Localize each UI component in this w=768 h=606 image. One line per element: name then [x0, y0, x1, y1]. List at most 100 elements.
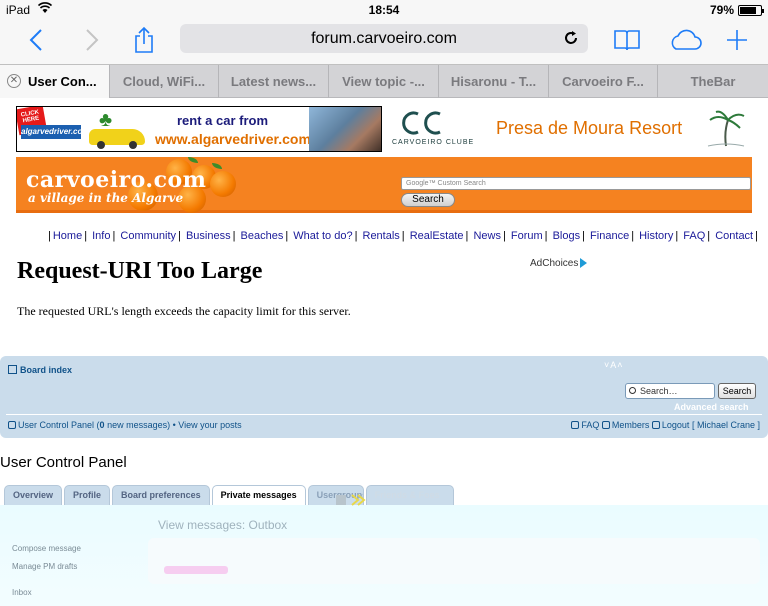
ucp-icon [8, 421, 16, 429]
ucp-tabs: Overview Profile Board preferences Priva… [4, 485, 456, 505]
bookmarks-icon[interactable] [612, 24, 642, 56]
members-link[interactable]: Members [612, 420, 650, 430]
nav-forum[interactable]: Forum [511, 230, 543, 242]
tab-view-topic[interactable]: View topic -... [329, 65, 439, 98]
tab-friends-foes[interactable]: Friends & Foes [365, 485, 454, 505]
adchoices-icon [580, 258, 588, 269]
header-divider [6, 414, 762, 415]
ad-brand: algarvedriver.com [21, 125, 89, 139]
ucp-panel: View messages: Outbox Compose message Ma… [0, 494, 768, 606]
section-title: View messages: Outbox [158, 518, 288, 532]
nav-faq[interactable]: FAQ [683, 230, 705, 242]
nav-contact[interactable]: Contact [715, 230, 753, 242]
tab-bar: ✕ User Con... Cloud, WiFi... Latest news… [0, 64, 768, 98]
username-link[interactable]: Michael Crane [697, 420, 755, 430]
ucp-links: User Control Panel (0 new messages) • Vi… [8, 420, 242, 430]
nav-business[interactable]: Business [186, 230, 231, 242]
tab-profile[interactable]: Profile [64, 485, 111, 505]
google-search-button[interactable]: Search [401, 193, 455, 207]
tab-label: View topic -... [342, 74, 425, 89]
tab-cloud-wifi[interactable]: Cloud, WiFi... [110, 65, 219, 98]
font-size-toggle[interactable]: ˅A˄ [604, 360, 624, 370]
tab-user-control-panel[interactable]: ✕ User Con... [0, 65, 110, 98]
leaf-graphic [212, 163, 222, 169]
forum-header: Board index ˅A˄ Search… Search Advanced … [0, 356, 768, 438]
adchoices-link[interactable]: AdChoices [530, 258, 588, 269]
ucp-title: User Control Panel [0, 454, 127, 471]
back-icon[interactable] [22, 24, 50, 56]
cloud-tabs-icon[interactable] [666, 24, 704, 56]
logout-icon [651, 421, 660, 429]
nav-blogs[interactable]: Blogs [553, 230, 581, 242]
nav-history[interactable]: History [639, 230, 673, 242]
tab-latest-news[interactable]: Latest news... [219, 65, 329, 98]
message-list-panel [148, 538, 760, 584]
members-icon [601, 421, 610, 429]
club-name: CARVOEIRO CLUBE [392, 139, 475, 146]
car-icon [89, 129, 145, 149]
highlighted-message[interactable] [164, 566, 228, 574]
tab-carvoeiro[interactable]: Carvoeiro F... [549, 65, 658, 98]
nav-info[interactable]: Info [92, 230, 110, 242]
tab-label: Hisaronu - T... [450, 74, 537, 89]
ad-headline: rent a car from [177, 113, 269, 128]
leaf-graphic [188, 157, 198, 163]
tab-label: User Con... [28, 74, 97, 89]
ucp-link[interactable]: User Control Panel [18, 420, 94, 430]
site-nav: | Home | Info | Community | Business | Beache… [48, 230, 758, 242]
new-messages-link[interactable]: new messages [107, 420, 167, 430]
tab-board-preferences[interactable]: Board preferences [112, 485, 210, 505]
tab-label: Cloud, WiFi... [122, 74, 206, 89]
tab-thebar[interactable]: TheBar [658, 65, 768, 98]
carvoeiro-clube-logo [402, 111, 441, 135]
algarvedriver-ad[interactable]: CLICK HERE algarvedriver.com ♣ rent a ca… [16, 106, 382, 152]
site-tagline: a village in the Algarve [28, 191, 184, 205]
inbox-link[interactable]: Inbox [12, 588, 32, 597]
forward-icon[interactable] [78, 24, 106, 56]
reload-icon[interactable] [562, 29, 580, 47]
battery-icon [738, 5, 764, 16]
faq-icon [571, 421, 580, 429]
logout-link[interactable]: Logout [662, 420, 690, 430]
nav-news[interactable]: News [473, 230, 501, 242]
ad-photo [309, 107, 381, 151]
adchoices-label: AdChoices [530, 258, 579, 269]
tab-label: Latest news... [230, 74, 317, 89]
board-index-link[interactable]: Board index [8, 365, 72, 375]
new-messages-count: 0 [99, 420, 105, 430]
tab-private-messages[interactable]: Private messages [211, 485, 306, 505]
nav-finance[interactable]: Finance [590, 230, 629, 242]
site-banner: carvoeiro.com a village in the Algarve G… [16, 157, 752, 213]
tab-label: Carvoeiro F... [562, 74, 644, 89]
orange-graphic [210, 171, 236, 197]
search-icon [629, 387, 636, 394]
forum-search-button[interactable]: Search [718, 383, 756, 399]
site-logo[interactable]: carvoeiro.com [26, 167, 206, 193]
nav-home[interactable]: Home [53, 230, 82, 242]
error-title: Request-URI Too Large [17, 258, 263, 284]
share-icon[interactable] [130, 24, 158, 56]
nav-beaches[interactable]: Beaches [241, 230, 284, 242]
faq-link[interactable]: FAQ [581, 420, 599, 430]
nav-rentals[interactable]: Rentals [363, 230, 400, 242]
tab-hisaronu[interactable]: Hisaronu - T... [439, 65, 549, 98]
battery-percent: 79% [709, 3, 734, 17]
status-bar: iPad 18:54 79% [0, 0, 768, 20]
advanced-search-link[interactable]: Advanced search [674, 402, 749, 412]
presa-de-moura-ad[interactable]: CARVOEIRO CLUBE Presa de Moura Resort [388, 106, 752, 152]
new-tab-icon[interactable] [722, 24, 752, 56]
close-tab-icon[interactable]: ✕ [7, 74, 21, 88]
forum-search-input[interactable]: Search… [625, 383, 715, 399]
nav-realestate[interactable]: RealEstate [410, 230, 464, 242]
error-message: The requested URL's length exceeds the c… [17, 304, 351, 318]
web-page: CLICK HERE algarvedriver.com ♣ rent a ca… [0, 98, 768, 606]
nav-community[interactable]: Community [120, 230, 176, 242]
compose-message-link[interactable]: Compose message [12, 544, 81, 553]
manage-drafts-link[interactable]: Manage PM drafts [12, 562, 77, 571]
view-posts-link[interactable]: View your posts [178, 420, 241, 430]
google-search-input[interactable]: Google™ Custom Search [401, 177, 751, 190]
nav-what-to-do[interactable]: What to do? [293, 230, 352, 242]
tab-overview[interactable]: Overview [4, 485, 63, 505]
resort-name: Presa de Moura Resort [496, 118, 683, 138]
address-bar[interactable]: forum.carvoeiro.com [180, 24, 588, 53]
